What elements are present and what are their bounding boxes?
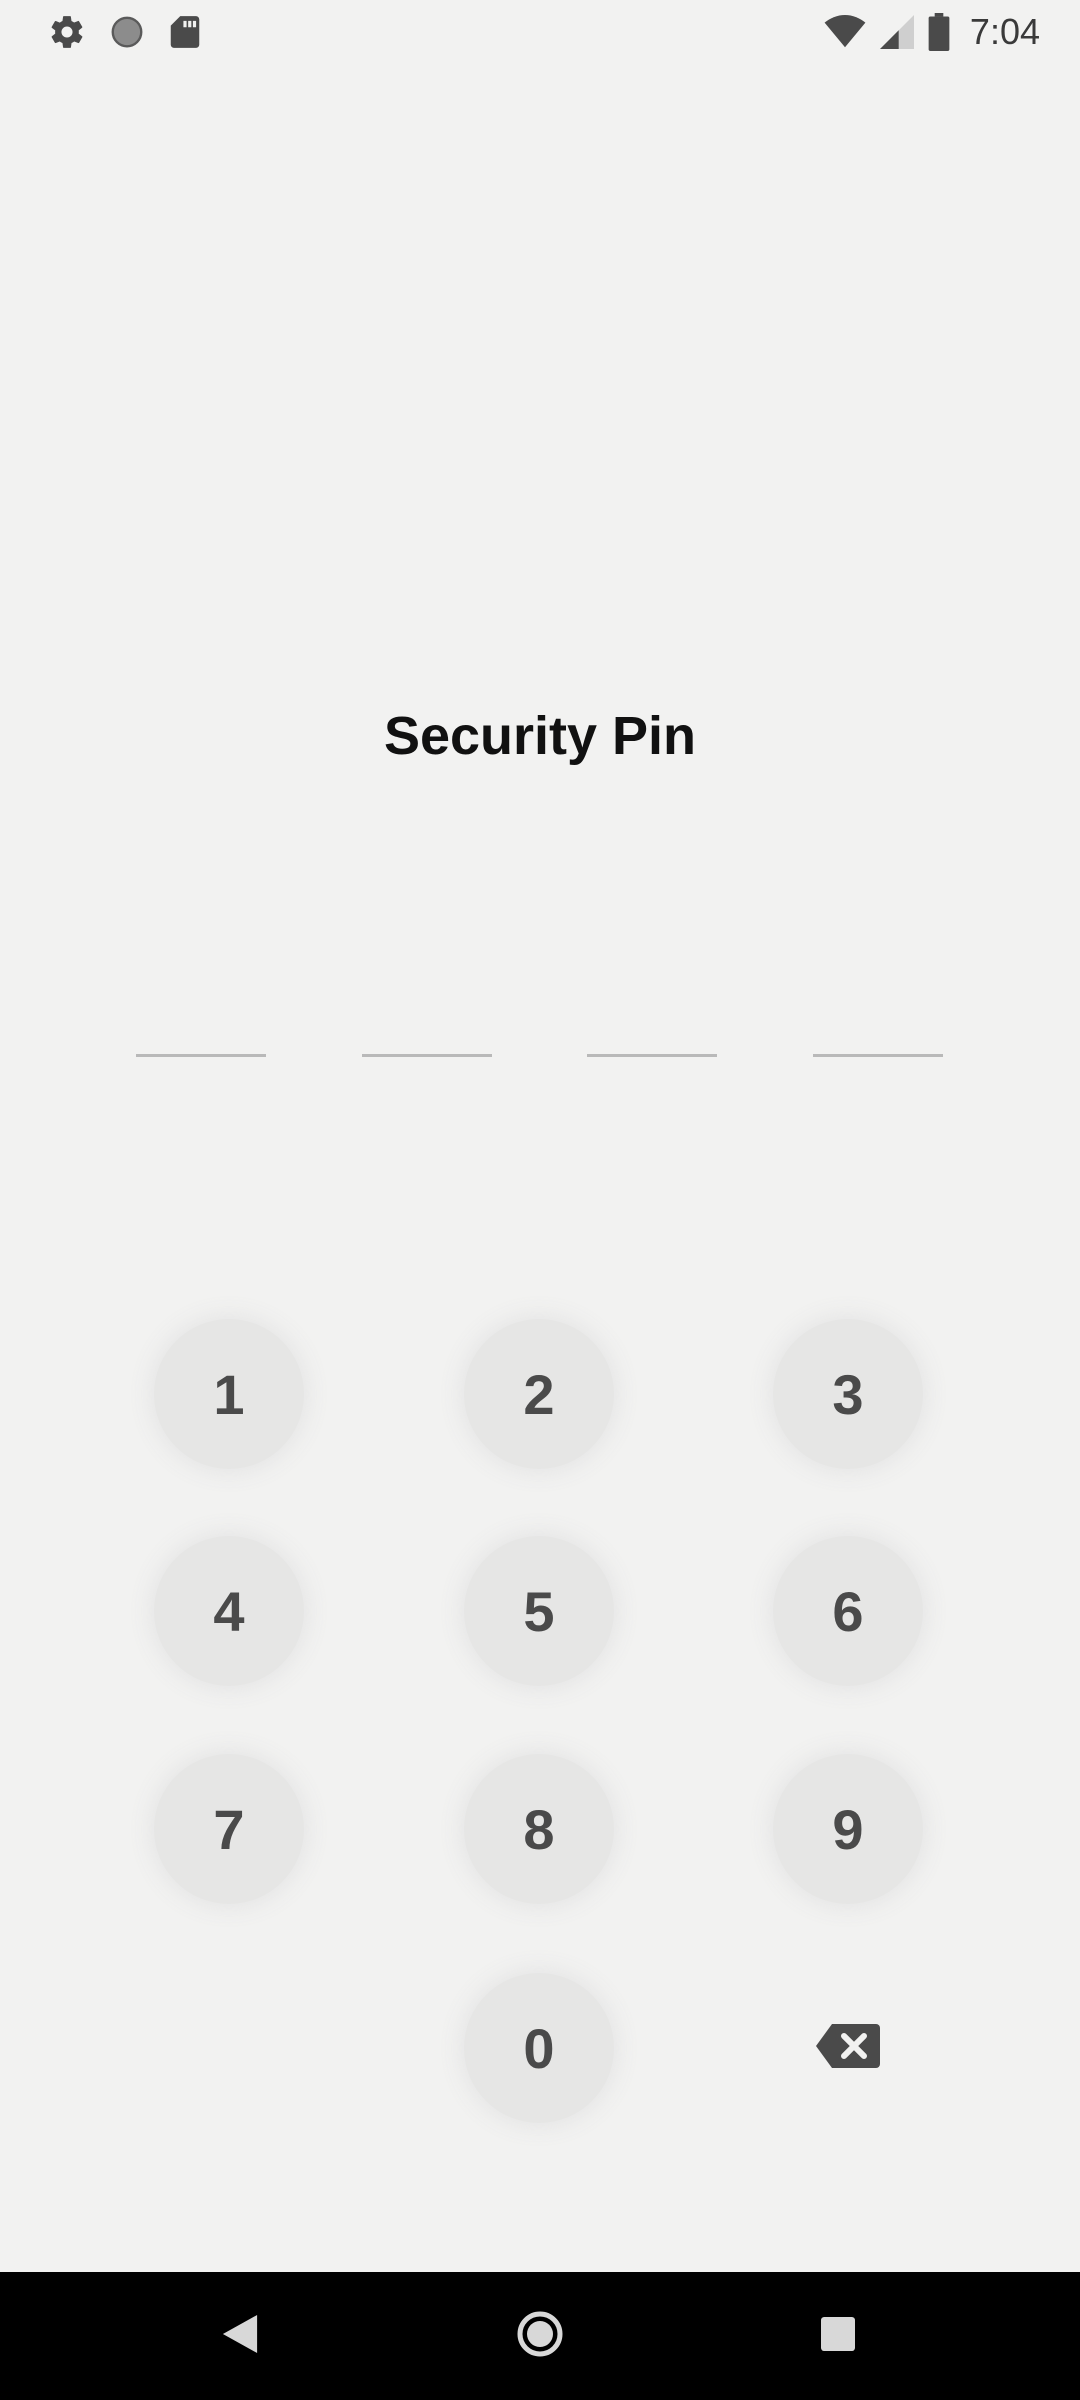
pin-slot-2 xyxy=(362,1054,492,1057)
pin-slot-4 xyxy=(813,1054,943,1057)
signal-icon xyxy=(879,15,914,49)
navigation-bar xyxy=(0,2272,1080,2400)
key-7[interactable]: 7 xyxy=(154,1754,304,1904)
home-icon xyxy=(516,2310,564,2363)
backspace-button[interactable] xyxy=(773,1973,923,2123)
gear-icon xyxy=(48,13,86,51)
status-time: 7:04 xyxy=(969,11,1040,52)
battery-icon xyxy=(928,13,950,51)
key-1[interactable]: 1 xyxy=(154,1319,304,1469)
recents-button[interactable] xyxy=(798,2296,878,2376)
back-icon xyxy=(222,2314,258,2358)
sd-card-icon xyxy=(168,13,202,51)
wifi-icon xyxy=(824,15,866,49)
back-button[interactable] xyxy=(200,2296,280,2376)
status-left-icons xyxy=(48,12,202,52)
key-4[interactable]: 4 xyxy=(154,1536,304,1686)
key-0[interactable]: 0 xyxy=(464,1973,614,2123)
backspace-icon xyxy=(816,2023,880,2073)
key-8[interactable]: 8 xyxy=(464,1754,614,1904)
status-right-icons: 7:04 xyxy=(824,11,1040,52)
key-3[interactable]: 3 xyxy=(773,1319,923,1469)
key-9[interactable]: 9 xyxy=(773,1754,923,1904)
pin-slot-1 xyxy=(136,1054,266,1057)
circle-icon xyxy=(108,13,146,51)
home-button[interactable] xyxy=(500,2296,580,2376)
recents-icon xyxy=(821,2316,855,2356)
pin-slot-3 xyxy=(587,1054,717,1057)
key-2[interactable]: 2 xyxy=(464,1319,614,1469)
page-title: Security Pin xyxy=(383,706,697,766)
status-bar: 7:04 xyxy=(0,0,1080,63)
key-5[interactable]: 5 xyxy=(464,1536,614,1686)
key-6[interactable]: 6 xyxy=(773,1536,923,1686)
